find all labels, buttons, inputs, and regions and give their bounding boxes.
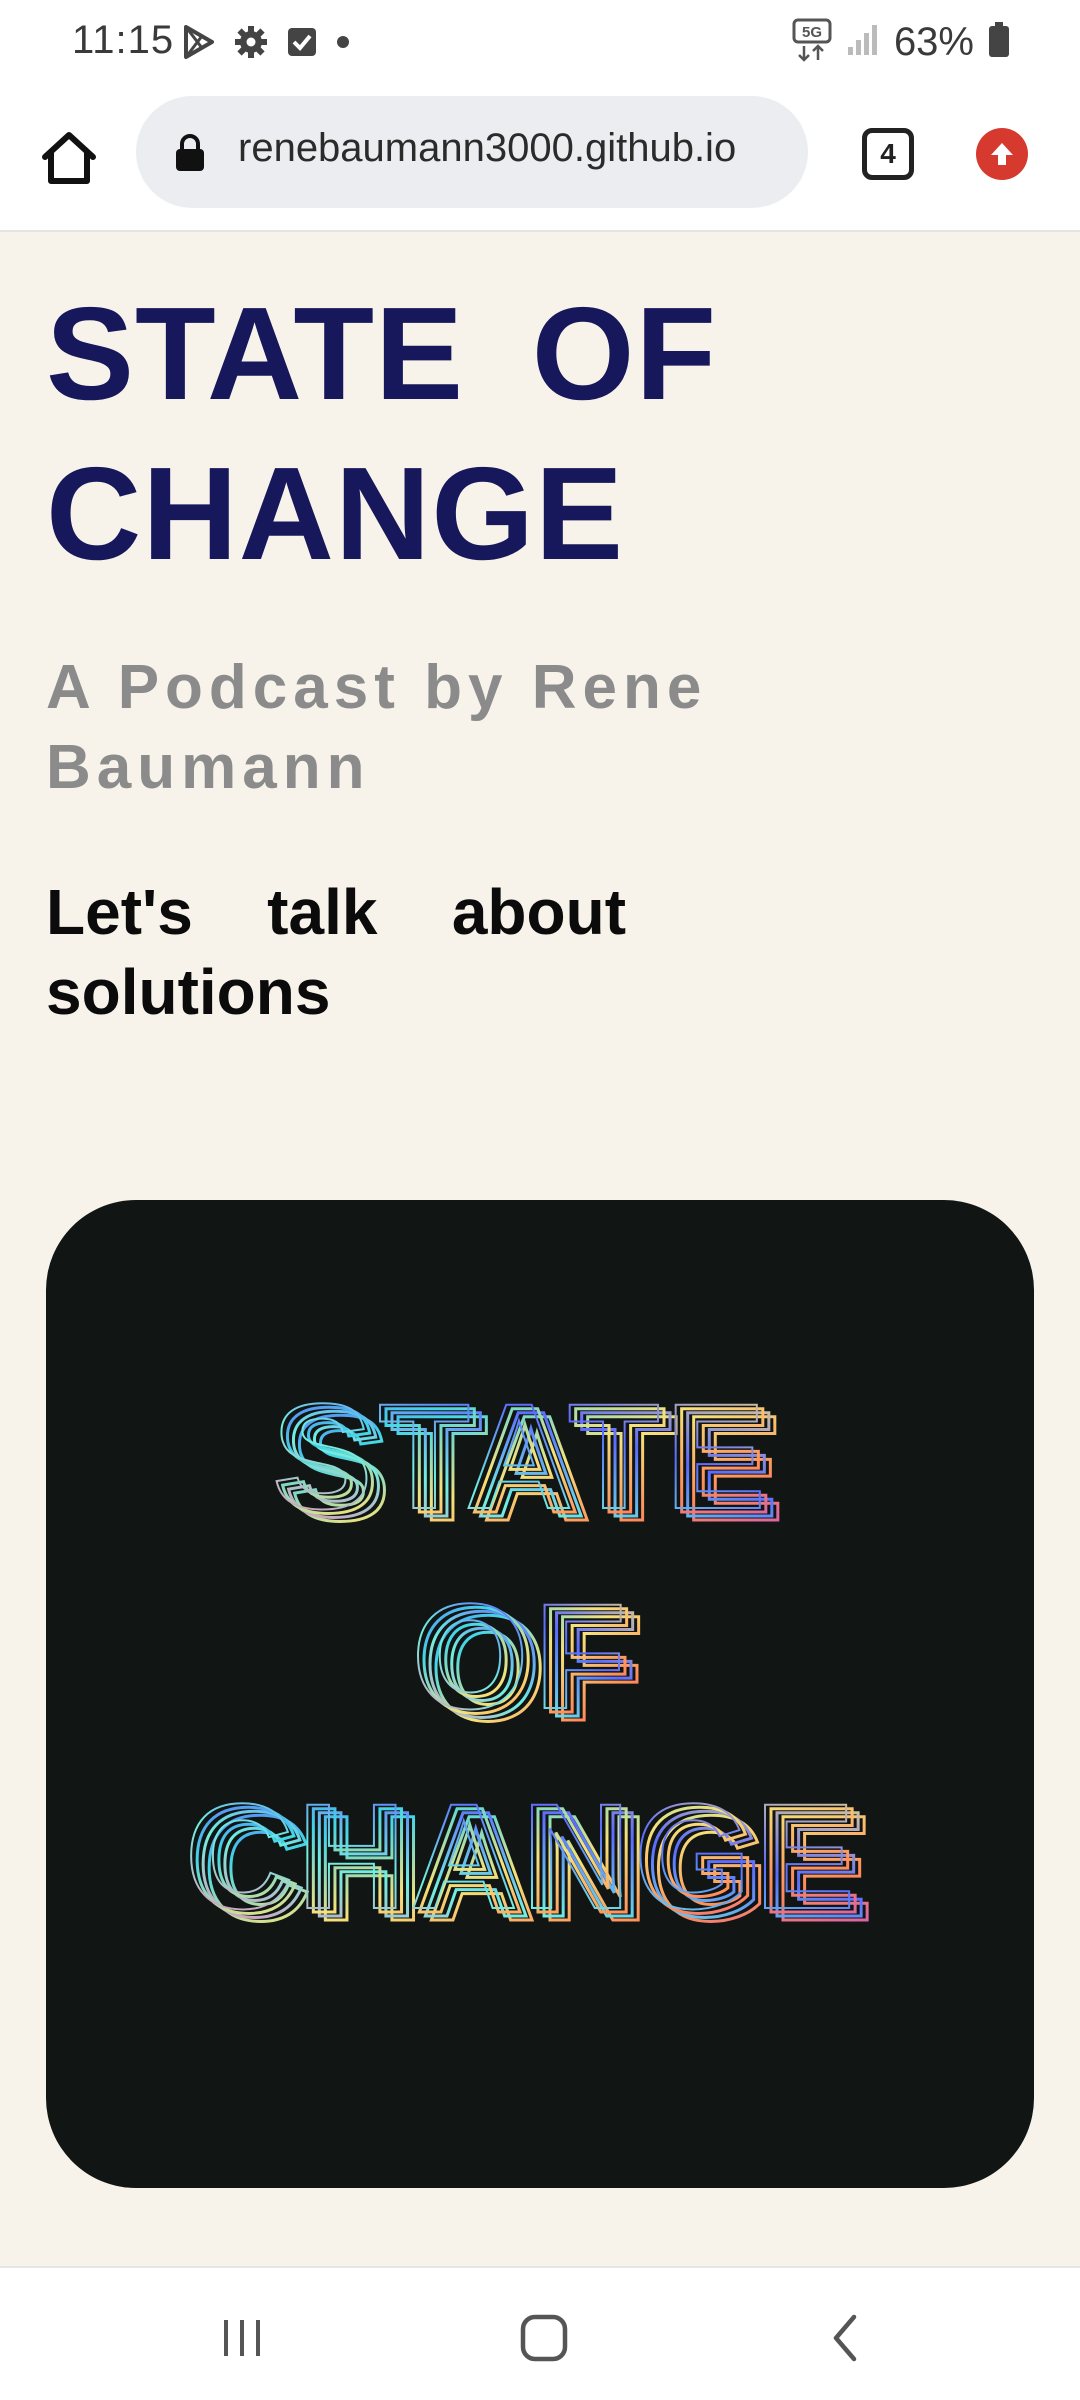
- cover-line-2: OF OF OF OF: [411, 1571, 646, 1754]
- recent-apps-icon: [224, 2320, 260, 2356]
- arrow-up-icon: [991, 143, 1013, 165]
- back-icon: [833, 2314, 857, 2362]
- home-icon: [42, 132, 96, 184]
- nav-home-button[interactable]: [504, 2298, 584, 2378]
- page-tagline: Let's talk about solutions: [46, 876, 626, 1028]
- battery-icon: [988, 22, 1010, 63]
- battery-percentage: 63%: [893, 20, 974, 64]
- url-text: renebaumann3000.github.io: [238, 126, 737, 170]
- network-5g-icon: 5G: [792, 18, 832, 67]
- svg-text:STATE: STATE: [272, 1372, 771, 1540]
- signal-icon: [846, 23, 880, 62]
- browser-home-button[interactable]: [36, 124, 102, 190]
- podcast-cover-art: STATE STATE STATE STATE OF OF OF OF CHAN…: [46, 1200, 1034, 2188]
- status-notification-icons: [182, 24, 350, 60]
- status-bar: 11:15 5G 63%: [0, 0, 1080, 88]
- lock-icon: [174, 132, 206, 177]
- play-store-icon: [182, 24, 216, 60]
- back-button[interactable]: [806, 2298, 886, 2378]
- status-time: 11:15: [72, 18, 175, 62]
- update-button[interactable]: [976, 128, 1028, 180]
- gear-icon: [234, 25, 268, 59]
- recent-apps-button[interactable]: [202, 2298, 282, 2378]
- address-bar[interactable]: renebaumann3000.github.io: [136, 96, 808, 208]
- svg-text:CHANGE: CHANGE: [185, 1772, 859, 1940]
- cover-line-3: CHANGE CHANGE CHANGE CHANGE: [184, 1771, 875, 1954]
- status-system-icons: 5G 63%: [792, 18, 1010, 67]
- browser-toolbar: renebaumann3000.github.io 4: [0, 88, 1080, 232]
- page-title: STATE OF CHANGE: [46, 280, 718, 587]
- checkbox-icon: [286, 26, 318, 58]
- dot-icon: [336, 35, 350, 49]
- svg-text:5G: 5G: [802, 24, 822, 41]
- svg-text:OF: OF: [412, 1572, 632, 1740]
- page-content: STATE OF CHANGE A Podcast by Rene Bauman…: [0, 232, 1080, 2266]
- system-navigation-bar: [0, 2266, 1080, 2400]
- page-subtitle: A Podcast by Rene Baumann: [46, 653, 708, 802]
- cover-line-1: STATE STATE STATE STATE: [271, 1371, 785, 1554]
- home-icon: [520, 2314, 568, 2362]
- tab-switcher-button[interactable]: 4: [862, 128, 914, 180]
